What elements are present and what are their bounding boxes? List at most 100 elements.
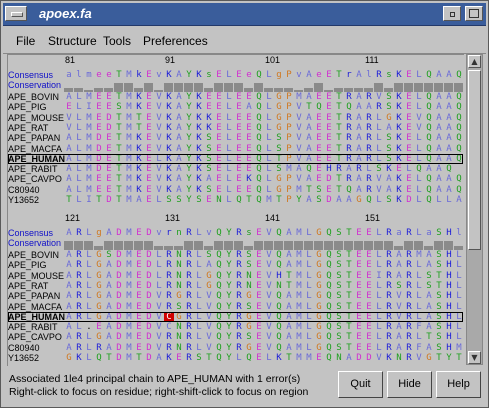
position-number: 131 xyxy=(165,213,181,223)
alignment-block-1: 81 91 101 111 Consensus a l m e e T Mk Ev K A Y Ks E L Ee Q L… xyxy=(8,55,464,205)
conservation-bar xyxy=(214,83,223,92)
menu-bar: File Structure Tools Preferences xyxy=(3,26,486,54)
menu-structure[interactable]: Structure xyxy=(48,34,97,48)
title-bar[interactable]: apoex.fa xyxy=(3,3,486,26)
sequence-name[interactable]: APE_RAT xyxy=(8,281,72,291)
conservation-bar xyxy=(344,241,353,250)
sequence-name[interactable]: APE_PIG xyxy=(8,103,72,112)
conservation-bar xyxy=(274,241,283,250)
conservation-bar xyxy=(264,241,273,250)
sequence-name[interactable]: APE_MACFA xyxy=(8,144,72,154)
conservation-bar xyxy=(234,83,243,92)
position-number: 81 xyxy=(65,55,76,65)
sequence-name[interactable]: APE_BOVIN xyxy=(8,251,72,260)
quit-button[interactable]: Quit xyxy=(338,371,383,398)
sequence-name[interactable]: APE_CAVPO xyxy=(8,175,72,184)
conservation-bar xyxy=(124,83,133,92)
conservation-bar xyxy=(184,241,193,250)
hide-button[interactable]: Hide xyxy=(387,371,432,398)
menu-file[interactable]: File xyxy=(16,34,35,48)
menu-tools[interactable]: Tools xyxy=(103,34,131,48)
sequence-row[interactable]: ARLGSDMEDLRNRLSQYRSEVQAMLGQSTEELRARMASHL xyxy=(64,251,464,260)
sequence-name[interactable]: APE_RABIT xyxy=(8,165,72,174)
vertical-scrollbar[interactable]: ▲ ▼ xyxy=(466,54,483,365)
conservation-bar xyxy=(194,83,203,92)
sequence-row[interactable]: ELIEESMKEVKAYKEELEAQLGPVTQETQAARSKELQAAQ xyxy=(64,103,464,112)
maximize-button[interactable] xyxy=(465,6,483,21)
conservation-bar xyxy=(254,83,263,92)
sequence-name[interactable]: APE_PIG xyxy=(8,261,72,270)
sequence-row[interactable]: ARLGADMEDLRNRLGQYRNEVHTMLGQSTEEIRARLSTHL xyxy=(64,271,464,281)
conservation-bar xyxy=(424,83,433,92)
sequence-name[interactable]: APE_BOVIN xyxy=(8,93,72,102)
sequence-name[interactable]: APE_MACFA xyxy=(8,302,72,312)
conservation-bar xyxy=(164,83,173,92)
conservation-bar xyxy=(324,241,333,250)
conservation-bar xyxy=(454,83,463,92)
sequence-name[interactable]: APE_PAPAN xyxy=(8,134,72,143)
sequence-name[interactable]: APE_RAT xyxy=(8,123,72,133)
sequence-name[interactable]: C80940 xyxy=(8,185,72,195)
position-number: 151 xyxy=(365,213,381,223)
window-title: apoex.fa xyxy=(39,6,92,21)
sequence-row[interactable]: ALMEETMKEVKAYKSELEEQLGPMTSETQARVAKELQAAQ xyxy=(64,185,464,195)
position-number: 121 xyxy=(65,213,81,223)
position-number: 101 xyxy=(265,55,281,65)
help-button[interactable]: Help xyxy=(436,371,481,398)
position-number: 91 xyxy=(165,55,176,65)
consensus-sequence[interactable]: almeeTMkEvKAYKsELEeQLgPvAeETrAlRsKELQAAQ xyxy=(64,71,464,80)
conservation-bar xyxy=(104,241,113,250)
sequence-name[interactable]: Y13652 xyxy=(8,196,72,205)
sequence-name[interactable]: APE_CAVPO xyxy=(8,333,72,342)
scrollbar-thumb[interactable] xyxy=(468,70,481,250)
conservation-label: Conservation xyxy=(8,238,62,248)
window-menu-button[interactable] xyxy=(5,6,27,21)
reference-row-highlight xyxy=(8,311,463,322)
scroll-up-arrow-icon[interactable]: ▲ xyxy=(468,55,481,68)
sequence-row[interactable]: ALMEETMKEVKAYKAELEKQLGPVAEDTRARVAKELQAAQ xyxy=(64,175,464,184)
scroll-down-arrow-icon[interactable]: ▼ xyxy=(468,351,481,364)
sequence-row[interactable]: ARLGADMEDVRSRLVQYRSEVQAMLGQSTEELRVRLASHL xyxy=(64,302,464,312)
sequence-row[interactable]: ARLGADMEDLRNRLGQYRNEVNTMLGQSTEELRSRLSTHL xyxy=(64,281,464,291)
conservation-bar xyxy=(84,241,93,250)
sequence-name[interactable]: APE_PAPAN xyxy=(8,292,72,301)
conservation-bar xyxy=(114,241,123,250)
sequence-row[interactable]: VLMEDTMTEVKAYKKELEEQLGPVAEETRARLGKEVQAAQ xyxy=(64,113,464,123)
conservation-bar xyxy=(194,241,203,250)
conservation-bar xyxy=(434,83,443,92)
minimize-button[interactable] xyxy=(443,6,461,21)
conservation-bar xyxy=(354,241,363,250)
conservation-bar xyxy=(184,83,193,92)
sequence-name[interactable]: APE_MOUSE xyxy=(8,113,72,123)
conservation-bar xyxy=(114,83,123,92)
sequence-row[interactable]: ALMDETMKEVKAYKSELEEQLSMAQEHRARLSKELQAAQ xyxy=(64,165,454,174)
conservation-bar xyxy=(374,241,383,250)
sequence-row[interactable]: ARLRADMEDVRNRLVQYRGEVQAMLGQSTEELRARFASHM xyxy=(64,343,464,353)
sequence-row[interactable]: TLITDTMAELSSYSENLQTQMTPYASDAAGQLSKDLQLLA xyxy=(64,196,464,205)
sequence-name[interactable]: APE_RABIT xyxy=(8,323,72,332)
conservation-bar xyxy=(374,83,383,92)
sequence-row[interactable]: ALMEETMKEVKAYKEELEEQLGPMAEETRARVSKELQAAQ xyxy=(64,93,464,102)
sequence-name[interactable]: Y13652 xyxy=(8,354,72,363)
menu-preferences[interactable]: Preferences xyxy=(143,34,208,48)
consensus-label: Consensus xyxy=(8,228,54,238)
sequence-row[interactable]: ALMDETMKEVKAYKSELEEQLSPVAEETRARLSKELQAAQ xyxy=(64,134,464,143)
sequence-row[interactable]: VLMEDTMTEVKAYKKELEEQLGPVAEETRARLAKEVQAAQ xyxy=(64,123,464,133)
consensus-sequence[interactable]: ARLgADMEDvrnRLvQYRsEVQAMLGQSTEELRaRLaSHl xyxy=(64,229,464,238)
position-number: 141 xyxy=(265,213,281,223)
status-text: Associated 1le4 principal chain to APE_H… xyxy=(9,373,339,399)
sequence-row[interactable]: GKLQTDMTDAKERSTQYLQELKTMMEQNADDVKNRVGTYT xyxy=(64,354,464,363)
alignment-canvas[interactable]: 81 91 101 111 Consensus a l m e e T Mk Ev K A Y Ks E L Ee Q L… xyxy=(7,54,464,366)
conservation-bar xyxy=(434,241,443,250)
sequence-row[interactable]: ARLGADMEDVRNRLVQYRSEVQAMLGQSTEELRARLTSHL xyxy=(64,333,464,342)
sequence-row[interactable]: AL.EADMEDVCNRLVQYRGEVQAMLGQSTEELRARFASHL xyxy=(64,323,464,332)
sequence-row[interactable]: ARLGADMEDVRGRLVQYRGEVQAMLGQSTEELRVRLASHL xyxy=(64,292,464,301)
conservation-bar xyxy=(394,83,403,92)
conservation-bar xyxy=(414,241,423,250)
sequence-name[interactable]: C80940 xyxy=(8,343,72,353)
sequence-row[interactable]: ARLGADMEDLRNRLAQYRSEVQAMLGQSTEELRARLASHL xyxy=(64,261,464,270)
conservation-bar xyxy=(134,241,143,250)
sequence-row[interactable]: ALMDETMKEVKAYKSELEEQLSPVAEETRARLSKELQAAQ xyxy=(64,144,464,154)
position-number: 111 xyxy=(365,55,379,65)
sequence-name[interactable]: APE_MOUSE xyxy=(8,271,72,281)
